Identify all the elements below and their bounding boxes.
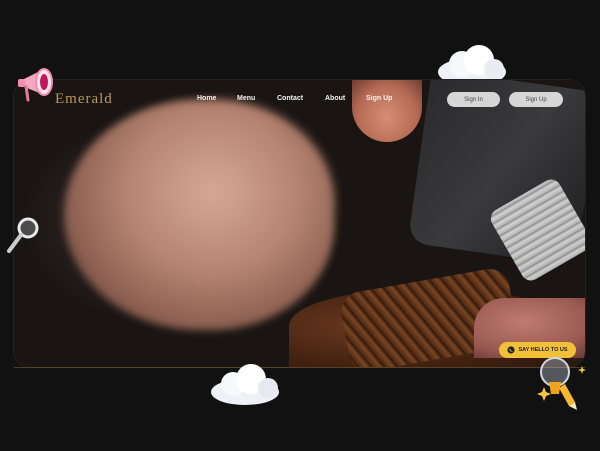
nav-about[interactable]: About	[325, 95, 345, 102]
hero-banner	[14, 80, 585, 367]
sparkle-icon	[537, 387, 551, 401]
cloud-icon	[211, 364, 279, 405]
nav-contact[interactable]: Contact	[277, 95, 303, 102]
nav-menu[interactable]: Menu	[237, 95, 255, 102]
nav-signup[interactable]: Sign Up	[366, 95, 392, 102]
whatsapp-icon	[507, 346, 516, 354]
nav-home[interactable]: Home	[197, 95, 216, 102]
hero-arm-image	[64, 100, 334, 330]
hero-hand-image	[352, 80, 422, 142]
magnifier-icon	[7, 217, 39, 253]
sign-up-button[interactable]: Sign Up	[509, 92, 563, 107]
sign-in-button[interactable]: Sign In	[447, 92, 500, 107]
divider	[14, 367, 585, 368]
megaphone-icon	[18, 68, 53, 102]
lightbulb-icon	[537, 357, 586, 410]
sparkle-icon	[578, 366, 586, 374]
